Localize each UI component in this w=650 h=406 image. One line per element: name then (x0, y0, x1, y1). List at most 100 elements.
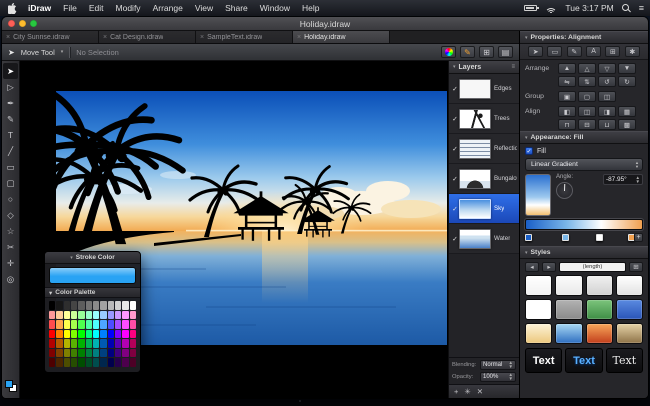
palette-color[interactable] (93, 320, 99, 329)
current-tool-label[interactable]: Move Tool (21, 48, 55, 57)
palette-color[interactable] (93, 311, 99, 320)
menu-item-idraw[interactable]: iDraw (22, 3, 57, 13)
rotate-left-button[interactable]: ↺ (598, 76, 616, 87)
zoom-button[interactable] (30, 20, 37, 27)
pencil-tab-icon[interactable]: ✎ (567, 46, 582, 57)
fill-checkbox[interactable]: ✓ (525, 147, 533, 155)
layer-settings-button[interactable]: ✳ (464, 387, 470, 396)
style-blue[interactable] (616, 299, 643, 320)
gradient-preview-swatch[interactable] (525, 174, 551, 216)
palette-color[interactable] (56, 358, 62, 367)
text-tab-icon[interactable]: A (586, 46, 601, 57)
document-tab[interactable]: × Cat Design.idraw (99, 31, 196, 43)
palette-color[interactable] (86, 320, 92, 329)
palette-color[interactable] (64, 320, 70, 329)
palette-color[interactable] (108, 339, 114, 348)
canvas[interactable]: ▾ Stroke Color ▾ Color Palette (20, 61, 448, 398)
palette-color[interactable] (56, 330, 62, 339)
rounded-rect-tool[interactable]: ▢ (2, 175, 19, 191)
palette-color[interactable] (122, 330, 128, 339)
palette-color[interactable] (86, 301, 92, 310)
palette-color[interactable] (71, 330, 77, 339)
move-tool[interactable]: ➤ (3, 63, 18, 79)
palette-color[interactable] (64, 301, 70, 310)
line-tool[interactable]: ╱ (2, 143, 19, 159)
close-button[interactable] (8, 20, 15, 27)
style-sunset-gradient[interactable] (586, 323, 613, 344)
layer-row-sky[interactable]: ✓ Sky (449, 194, 519, 224)
spotlight-icon[interactable] (622, 4, 631, 13)
palette-color[interactable] (100, 301, 106, 310)
grid-tab-icon[interactable]: ⊞ (605, 46, 620, 57)
fill-stroke-swatches[interactable] (5, 380, 17, 392)
flip-horizontal-button[interactable]: ⇋ (558, 76, 576, 87)
gradient-type-dropdown[interactable]: Linear Gradient ▲▼ (525, 158, 643, 171)
pen-tool[interactable]: ✒ (2, 95, 19, 111)
palette-color[interactable] (100, 320, 106, 329)
delete-layer-button[interactable]: ✕ (477, 387, 483, 396)
palette-color[interactable] (78, 339, 84, 348)
gradient-stop[interactable] (596, 234, 603, 241)
align-top-button[interactable]: ⊓ (558, 119, 576, 130)
menu-item-window[interactable]: Window (254, 3, 296, 13)
palette-color[interactable] (122, 339, 128, 348)
palette-color[interactable] (108, 301, 114, 310)
palette-color[interactable] (71, 311, 77, 320)
style-grid-toggle[interactable]: ⊞ (629, 262, 643, 272)
palette-color[interactable] (122, 320, 128, 329)
palette-color[interactable] (78, 358, 84, 367)
palette-color[interactable] (130, 301, 136, 310)
layer-row-reflections[interactable]: ✓ Reflections (449, 134, 519, 164)
text-style-serif[interactable]: Text (606, 348, 643, 373)
palette-color[interactable] (93, 301, 99, 310)
tab-close-icon[interactable]: × (297, 34, 301, 41)
style-light[interactable] (555, 275, 582, 296)
palette-color[interactable] (78, 301, 84, 310)
gradient-stop[interactable] (562, 234, 569, 241)
menu-item-view[interactable]: View (189, 3, 219, 13)
palette-color[interactable] (64, 330, 70, 339)
palette-color[interactable] (93, 339, 99, 348)
palette-color[interactable] (122, 349, 128, 358)
layer-visibility-check[interactable]: ✓ (451, 175, 459, 183)
tab-close-icon[interactable]: × (103, 34, 107, 41)
style-sand-gradient[interactable] (616, 323, 643, 344)
palette-color[interactable] (86, 349, 92, 358)
palette-color[interactable] (56, 339, 62, 348)
send-backward-button[interactable]: ▽ (598, 63, 616, 74)
palette-color[interactable] (130, 339, 136, 348)
rotate-right-button[interactable]: ↻ (618, 76, 636, 87)
palette-color[interactable] (100, 339, 106, 348)
palette-color[interactable] (130, 330, 136, 339)
add-stop-button[interactable]: + (634, 233, 643, 242)
pencil-tool[interactable]: ✎ (2, 111, 19, 127)
palette-color[interactable] (86, 358, 92, 367)
palette-color[interactable] (86, 330, 92, 339)
style-green[interactable] (586, 299, 613, 320)
angle-dial[interactable] (556, 182, 573, 199)
opacity-field[interactable]: 100% ▲▼ (480, 372, 516, 382)
inspector-icon[interactable]: ▤ (498, 46, 513, 58)
shape-tab-icon[interactable]: ▭ (547, 46, 562, 57)
palette-color[interactable] (56, 311, 62, 320)
document-tab[interactable]: × City Sunrise.idraw (2, 31, 99, 43)
direct-select-tool[interactable]: ▷ (2, 79, 19, 95)
palette-color[interactable] (100, 349, 106, 358)
stroke-color-swatch[interactable] (49, 267, 136, 284)
palette-color[interactable] (64, 349, 70, 358)
palette-color[interactable] (78, 311, 84, 320)
menu-item-help[interactable]: Help (296, 3, 325, 13)
notification-center-icon[interactable]: ≡ (639, 4, 644, 13)
palette-color[interactable] (49, 301, 55, 310)
palette-color[interactable] (108, 358, 114, 367)
palette-color[interactable] (71, 320, 77, 329)
palette-color[interactable] (49, 349, 55, 358)
palette-color[interactable] (78, 349, 84, 358)
palette-color[interactable] (56, 301, 62, 310)
stroke-panel-header[interactable]: ▾ Stroke Color (45, 252, 140, 264)
mask-button[interactable]: ◫ (598, 91, 616, 102)
palette-color[interactable] (71, 301, 77, 310)
align-middle-button[interactable]: ⊟ (578, 119, 596, 130)
palette-color[interactable] (49, 320, 55, 329)
properties-header[interactable]: ▾ Properties: Alignment (520, 31, 648, 44)
